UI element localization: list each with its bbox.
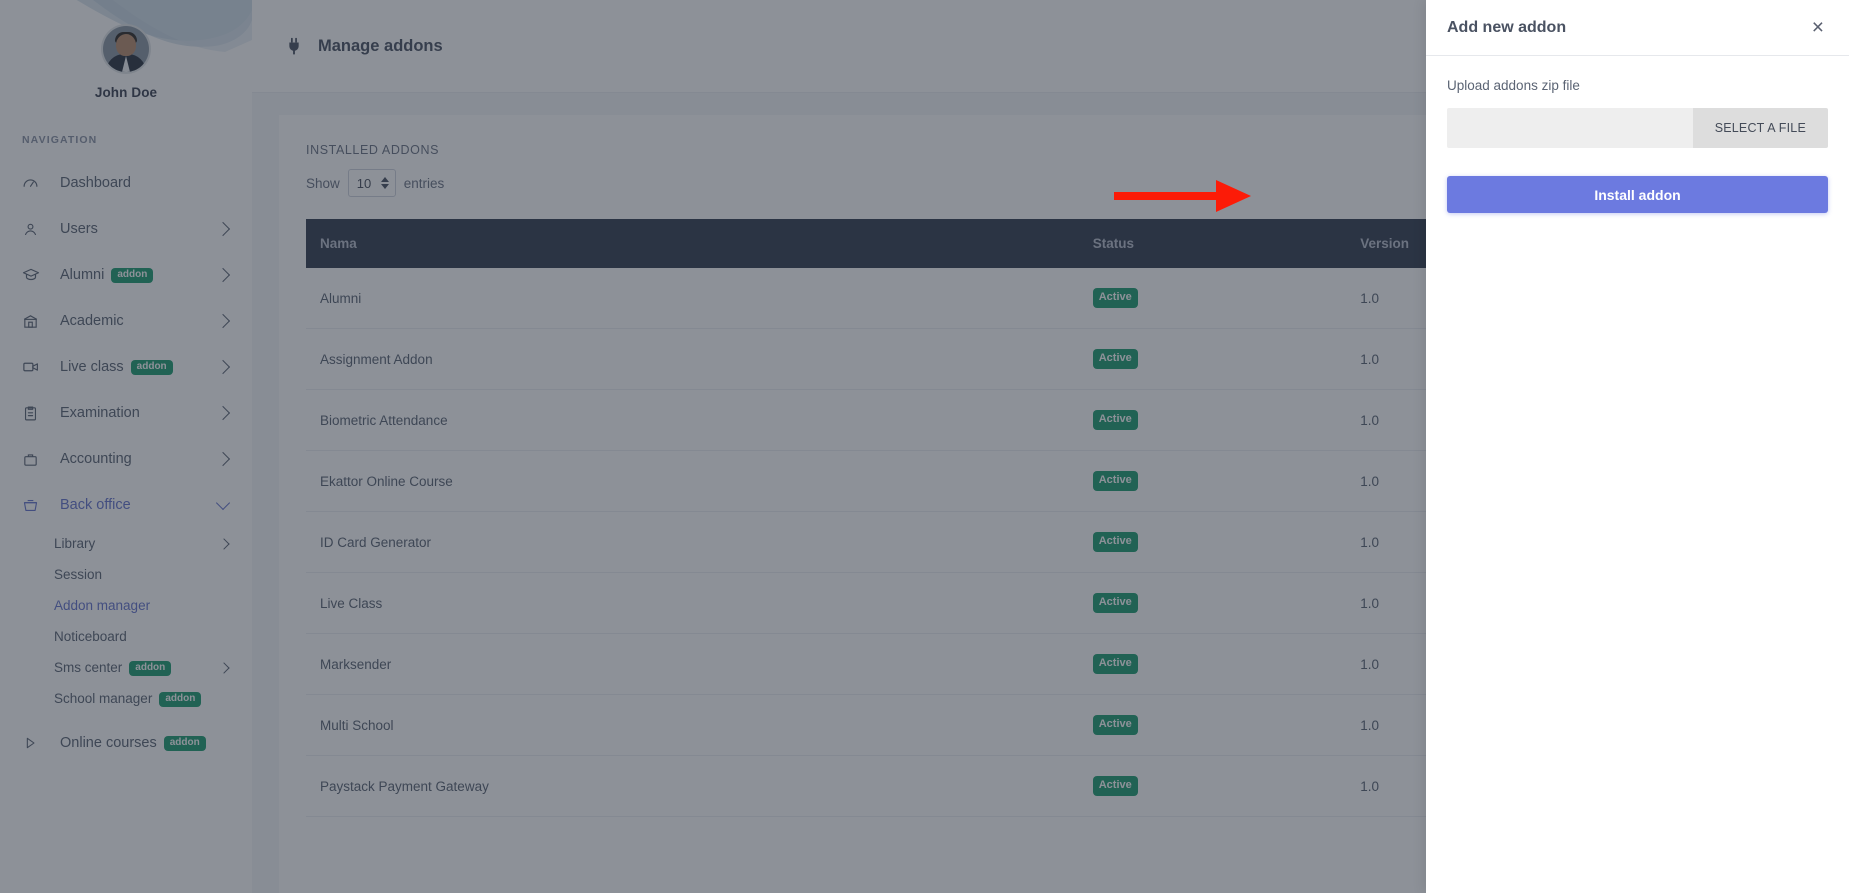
file-name-display (1447, 108, 1693, 148)
add-addon-panel: Add new addon × Upload addons zip file S… (1426, 0, 1849, 893)
select-a-file-button[interactable]: SELECT A FILE (1692, 108, 1828, 148)
file-upload-row: SELECT A FILE (1447, 108, 1828, 148)
panel-body: Upload addons zip file SELECT A FILE Ins… (1426, 56, 1849, 213)
upload-field-label: Upload addons zip file (1447, 78, 1580, 93)
panel-header: Add new addon × (1426, 0, 1849, 56)
panel-title: Add new addon (1447, 18, 1567, 36)
install-addon-button[interactable]: Install addon (1447, 176, 1828, 213)
modal-backdrop-overlay[interactable] (0, 0, 1426, 893)
close-icon[interactable]: × (1808, 15, 1828, 40)
app-root: John Doe NAVIGATION Dashboard (0, 0, 1849, 893)
